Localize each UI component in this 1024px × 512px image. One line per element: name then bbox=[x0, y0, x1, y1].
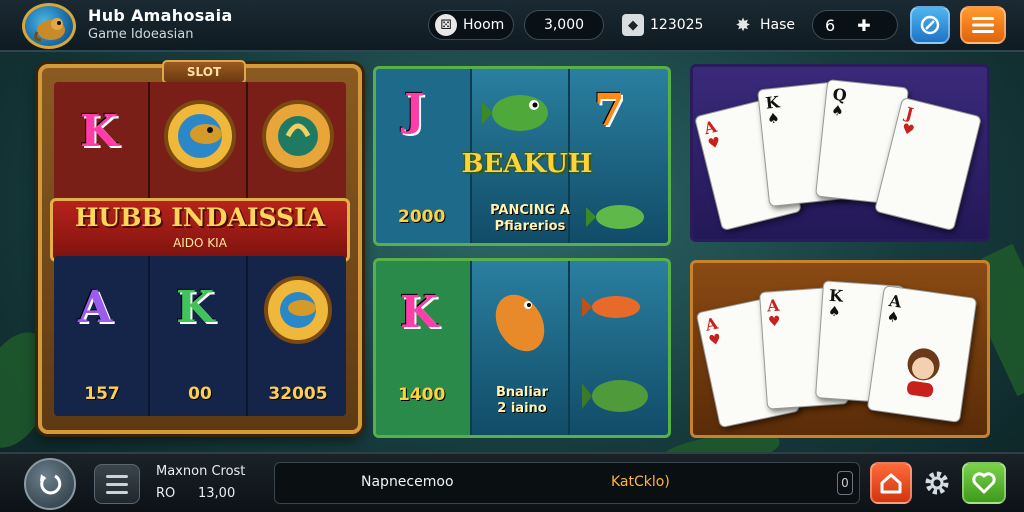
gear-icon bbox=[925, 471, 949, 495]
fishing-game-tile[interactable]: J 7 BEAKUH PANCING A Pfiarerios 2000 bbox=[373, 66, 671, 246]
fishing-subtitle-line2: Pfiarerios bbox=[494, 219, 566, 234]
reel-column: 32005 bbox=[250, 256, 346, 416]
reel-value: 157 bbox=[84, 384, 120, 404]
reel-symbol: J bbox=[404, 85, 425, 136]
chip-balance[interactable]: ◆ 123025 bbox=[616, 10, 712, 40]
level-indicator[interactable]: 6 ✚ bbox=[812, 10, 898, 40]
back-button[interactable] bbox=[24, 458, 76, 510]
fish-reel-column bbox=[572, 261, 668, 435]
card-suit: ♥ bbox=[899, 120, 916, 140]
tribal-mask-icon bbox=[164, 100, 236, 172]
ticker-left-text: Napnecemoo bbox=[361, 474, 454, 490]
reel-symbol: 7 bbox=[594, 85, 625, 136]
slot-reels-top: K HUBB INDAISSIA AIDO KIA bbox=[50, 82, 350, 262]
fish-icon bbox=[582, 296, 640, 318]
card-suit: ♥ bbox=[767, 313, 782, 331]
hamburger-icon bbox=[972, 17, 994, 33]
card-suit: ♠ bbox=[830, 102, 845, 120]
card-rank: K bbox=[828, 285, 844, 306]
chip-value: 123025 bbox=[650, 17, 704, 33]
settings-button[interactable] bbox=[916, 462, 958, 504]
fishing-value: 1400 bbox=[398, 385, 446, 405]
fishing-subtitle: PANCING A Pfiarerios bbox=[460, 203, 600, 235]
card-suit: ♠ bbox=[885, 308, 901, 327]
queen-portrait-icon bbox=[907, 348, 940, 398]
ticker-count: 0 bbox=[837, 471, 853, 495]
top-bar: Hub Amahosaia Game Idoeasian ⚄ Hoom 3,00… bbox=[0, 0, 1024, 52]
pencil-icon bbox=[920, 15, 940, 35]
list-menu-button[interactable] bbox=[94, 464, 140, 504]
card-suit: ♥ bbox=[707, 331, 723, 350]
fishing-game-tile-2[interactable]: K 1400 Bnaliar 2 iaino bbox=[373, 258, 671, 438]
fish-reel-column: K 1400 bbox=[376, 261, 472, 435]
coin-value: 3,000 bbox=[543, 17, 585, 33]
heart-icon bbox=[972, 472, 996, 494]
card-suit: ♠ bbox=[766, 110, 781, 128]
mode-title: Maxnon Crost bbox=[156, 464, 246, 479]
card-suit: ♠ bbox=[827, 303, 842, 321]
app-subtitle: Game Idoeasian bbox=[88, 27, 194, 42]
mode-info: Maxnon Crost RO 13,00 bbox=[150, 460, 260, 506]
favorite-button[interactable] bbox=[962, 462, 1006, 504]
fishing-title: BEAKUH bbox=[461, 149, 593, 179]
info-ticker[interactable]: Napnecemoo KatCklo) 0 bbox=[274, 462, 860, 504]
room-selector[interactable]: ⚄ Hoom bbox=[428, 10, 514, 40]
level-value: 6 bbox=[825, 15, 836, 35]
reel-value: 00 bbox=[188, 384, 212, 404]
menu-line bbox=[106, 474, 128, 478]
reel-column: A 157 bbox=[54, 256, 150, 416]
menu-line bbox=[106, 490, 128, 494]
house-icon bbox=[880, 473, 902, 494]
reel-value: 32005 bbox=[268, 384, 328, 404]
fishing-subtitle-line1: Bnaliar bbox=[495, 385, 549, 400]
slot-game-tile[interactable]: SLOT K HUBB INDAISSIA AIDO KIA A 157 K 0… bbox=[38, 60, 362, 434]
gem-label: Hase bbox=[760, 17, 796, 33]
card-game-tile[interactable]: A ♥ K ♠ Q ♠ J ♥ bbox=[690, 64, 990, 242]
fishing-value: 2000 bbox=[398, 207, 446, 227]
tribal-mask-icon bbox=[264, 276, 332, 344]
gear-badge-icon: ✸ bbox=[735, 14, 751, 36]
ticker-right-text: KatCklo) bbox=[611, 474, 670, 490]
slot-title: HUBB INDAISSIA bbox=[74, 203, 326, 232]
main-menu-button[interactable] bbox=[960, 6, 1006, 44]
back-arrow-icon bbox=[40, 474, 62, 495]
chip-icon: ◆ bbox=[622, 14, 644, 36]
reel-column: K 00 bbox=[152, 256, 248, 416]
slot-reels-bottom: A 157 K 00 32005 bbox=[54, 256, 346, 416]
card-suit: ♥ bbox=[706, 134, 723, 153]
edit-button[interactable] bbox=[910, 6, 950, 44]
fish-reel-column: Bnaliar 2 iaino bbox=[474, 261, 570, 435]
fishing-subtitle-line1: PANCING A bbox=[490, 203, 570, 218]
reel-symbol: K bbox=[400, 287, 439, 338]
slot-tag: SLOT bbox=[162, 60, 246, 84]
fish-icon bbox=[495, 294, 545, 352]
fishing-subtitle-line2: 2 iaino bbox=[497, 401, 547, 416]
logo-icon bbox=[22, 3, 76, 49]
room-label: Hoom bbox=[463, 17, 505, 33]
card-rank: A bbox=[766, 295, 781, 316]
home-button[interactable] bbox=[870, 462, 912, 504]
fish-icon bbox=[582, 380, 648, 412]
reel-symbol: A bbox=[78, 282, 113, 333]
mode-value-a: RO bbox=[156, 486, 176, 501]
tribal-mask-icon bbox=[262, 100, 334, 172]
playing-card: A ♠ bbox=[866, 285, 978, 423]
bottom-bar: Maxnon Crost RO 13,00 Napnecemoo KatCklo… bbox=[0, 452, 1024, 512]
card-game-tile-2[interactable]: A ♥ A ♥ K ♠ A ♠ bbox=[690, 260, 990, 438]
mode-value-b: 13,00 bbox=[198, 486, 236, 501]
coin-balance[interactable]: 3,000 bbox=[524, 10, 604, 40]
gem-balance[interactable]: ✸ Hase bbox=[726, 10, 802, 40]
reel-symbol: K bbox=[176, 282, 215, 333]
fish-icon bbox=[482, 95, 548, 131]
menu-line bbox=[106, 482, 128, 486]
fishing-subtitle: Bnaliar 2 iaino bbox=[474, 385, 570, 417]
app-title: Hub Amahosaia bbox=[88, 6, 233, 25]
gamepad-icon: ✚ bbox=[857, 15, 871, 35]
dice-icon: ⚄ bbox=[435, 14, 457, 36]
reel-symbol: K bbox=[80, 106, 119, 157]
slot-subtitle: AIDO KIA bbox=[173, 236, 227, 250]
slot-title-banner: HUBB INDAISSIA AIDO KIA bbox=[50, 198, 350, 262]
